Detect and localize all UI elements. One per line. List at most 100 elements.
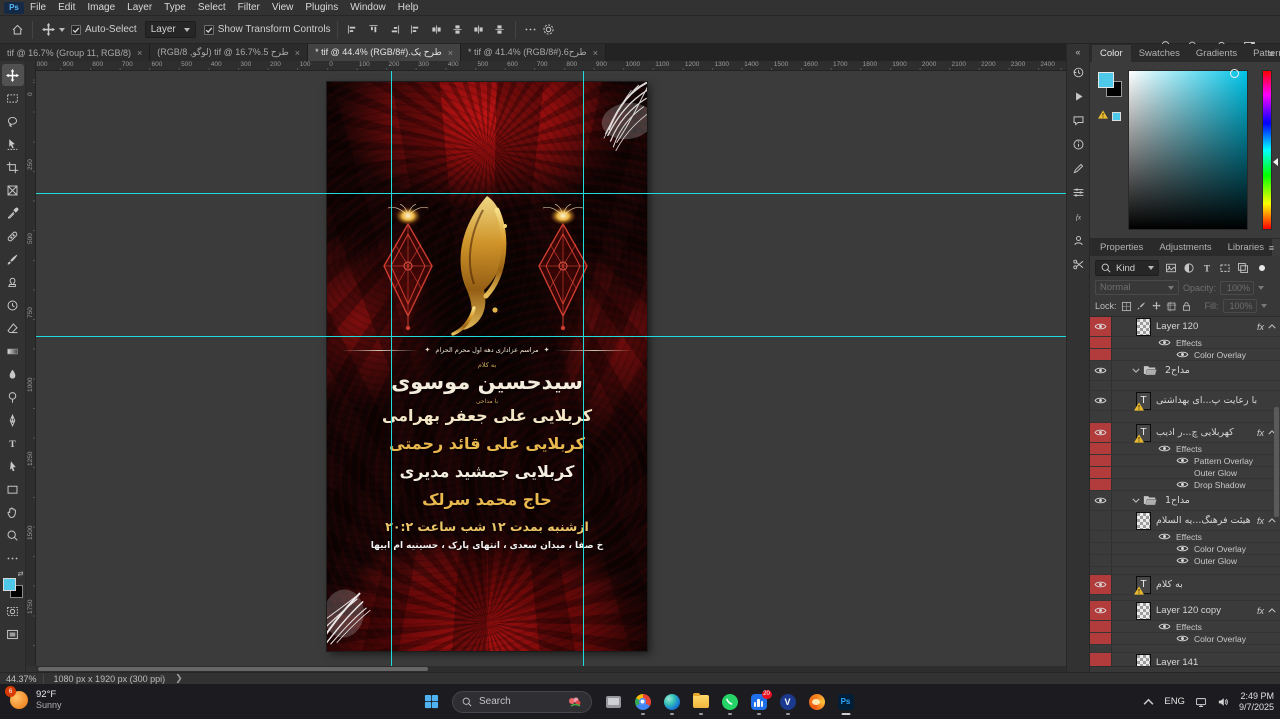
layer-name[interactable]: به کلام <box>1156 579 1183 590</box>
lasso-tool[interactable] <box>2 110 24 132</box>
tool-presets-panel-icon[interactable] <box>1068 180 1088 204</box>
gamut-warning-icon[interactable] <box>1098 110 1108 119</box>
tab-gradients[interactable]: Gradients <box>1188 45 1245 62</box>
effect-item[interactable]: Color Overlay <box>1194 544 1246 554</box>
auto-select-checkbox[interactable] <box>71 25 81 35</box>
filter-smart-objects-icon[interactable] <box>1235 261 1251 276</box>
spot-healing-brush-tool[interactable] <box>2 225 24 247</box>
clone-stamp-tool[interactable] <box>2 271 24 293</box>
saturation-brightness-field[interactable] <box>1128 70 1248 230</box>
taskbar-search[interactable]: Search <box>452 691 592 713</box>
layer-filter-kind-dropdown[interactable]: Kind <box>1095 260 1159 276</box>
hue-slider-marker[interactable] <box>1273 158 1278 166</box>
document-canvas[interactable]: ✦ مراسم عزاداری دهه اول محرم الحرام ✦ به… <box>327 82 647 651</box>
swap-colors-icon[interactable]: ⇄ <box>18 570 24 578</box>
distribute-bottom-edges-icon[interactable] <box>470 21 488 39</box>
menu-type[interactable]: Type <box>158 2 192 13</box>
vertical-ruler[interactable]: 025050075010001250150017502000 <box>26 71 36 666</box>
layer-name[interactable]: Layer 141 <box>1156 657 1198 666</box>
layer-name[interactable]: با رعایت پ...ای بهداشتی <box>1156 395 1257 406</box>
hue-slider[interactable] <box>1262 70 1272 230</box>
layer-visibility-toggle[interactable] <box>1090 543 1112 554</box>
language-indicator[interactable]: ENG <box>1164 696 1185 707</box>
effect-item[interactable]: Pattern Overlay <box>1194 456 1253 466</box>
type-tool[interactable]: T <box>2 432 24 454</box>
libraries-panel-icon[interactable] <box>1068 228 1088 252</box>
lock-artboard-icon[interactable] <box>1166 300 1178 312</box>
comments-panel-icon[interactable] <box>1068 108 1088 132</box>
guide-horizontal[interactable] <box>36 336 1066 337</box>
menu-help[interactable]: Help <box>392 2 425 13</box>
tab-adjustments[interactable]: Adjustments <box>1151 239 1219 256</box>
scissors-panel-icon[interactable] <box>1068 252 1088 276</box>
layer-visibility-toggle[interactable] <box>1090 601 1112 620</box>
layer-visibility-toggle[interactable] <box>1090 511 1112 530</box>
text-layer-thumbnail[interactable]: T <box>1136 576 1151 594</box>
target-select-dropdown[interactable]: Layer <box>145 21 196 38</box>
effect-item[interactable]: Color Overlay <box>1194 350 1246 360</box>
taskbar-app-stats-app[interactable]: 20 <box>750 689 767 715</box>
horizontal-ruler[interactable]: 1000900800700600500400300200100010020030… <box>36 61 1066 71</box>
history-panel-icon[interactable] <box>1068 60 1088 84</box>
menu-layer[interactable]: Layer <box>121 2 158 13</box>
filter-type-layers-icon[interactable]: T <box>1199 261 1215 276</box>
eraser-tool[interactable] <box>2 317 24 339</box>
align-justify-icon[interactable] <box>407 21 425 39</box>
layer-visibility-toggle[interactable] <box>1090 531 1112 542</box>
distribute-horizontal-icon[interactable] <box>491 21 509 39</box>
menu-filter[interactable]: Filter <box>232 2 266 13</box>
layer-name[interactable]: Layer 120 copy <box>1156 605 1221 616</box>
group-folder-icon[interactable] <box>1143 365 1157 376</box>
layer-visibility-toggle[interactable] <box>1090 653 1112 666</box>
crop-tool[interactable] <box>2 156 24 178</box>
taskbar-app-photoshop[interactable]: Ps <box>837 689 854 715</box>
default-colors-icon[interactable] <box>2 570 9 576</box>
object-selection-tool[interactable] <box>2 133 24 155</box>
taskbar-app-edge[interactable] <box>663 689 680 715</box>
layer-visibility-toggle[interactable] <box>1090 621 1112 632</box>
layer-visibility-toggle[interactable] <box>1090 455 1112 466</box>
blend-mode-dropdown[interactable]: Normal <box>1095 280 1179 295</box>
actions-panel-icon[interactable] <box>1068 84 1088 108</box>
weather-widget[interactable]: 6 92°F Sunny <box>6 687 62 711</box>
taskbar-app-v-app[interactable]: V <box>779 689 796 715</box>
layer-fx-badge[interactable]: fx <box>1257 322 1264 332</box>
show-transform-checkbox[interactable] <box>204 25 214 35</box>
network-icon[interactable] <box>1195 696 1207 708</box>
effects-header[interactable]: Effects <box>1176 338 1202 348</box>
layer-visibility-toggle[interactable] <box>1090 467 1112 478</box>
fx-panel-icon[interactable]: fx <box>1068 204 1088 228</box>
panel-foreground-swatch[interactable] <box>1098 72 1114 88</box>
menu-edit[interactable]: Edit <box>52 2 81 13</box>
taskbar-app-chrome[interactable] <box>634 689 651 715</box>
document-tab-2[interactable]: طرح 5.tif @ 16.7% (لوگو, RGB/8)× <box>150 44 308 61</box>
taskbar-app-orange-app[interactable] <box>808 689 825 715</box>
group-name[interactable]: مداح2 <box>1165 365 1190 376</box>
effects-header[interactable]: Effects <box>1176 622 1202 632</box>
gradient-tool[interactable] <box>2 340 24 362</box>
blur-tool[interactable] <box>2 363 24 385</box>
distribute-top-edges-icon[interactable] <box>428 21 446 39</box>
clock[interactable]: 2:49 PM 9/7/2025 <box>1239 691 1274 713</box>
lock-image-pixels-icon[interactable] <box>1136 300 1148 312</box>
layer-thumbnail[interactable] <box>1136 654 1151 667</box>
lock-transparent-pixels-icon[interactable] <box>1121 300 1133 312</box>
guide-horizontal[interactable] <box>36 193 1066 194</box>
history-brush-tool[interactable] <box>2 294 24 316</box>
layer-visibility-toggle[interactable] <box>1090 555 1112 566</box>
layer-visibility-toggle[interactable] <box>1090 361 1112 380</box>
layers-scrollbar[interactable] <box>1274 407 1279 517</box>
align-horizontal-centers-icon[interactable] <box>365 21 383 39</box>
filter-pin-toggle[interactable] <box>1259 265 1265 271</box>
filter-pixel-layers-icon[interactable] <box>1163 261 1179 276</box>
tab-color[interactable]: Color <box>1092 45 1131 62</box>
tab-properties[interactable]: Properties <box>1092 239 1151 256</box>
menu-view[interactable]: View <box>266 2 300 13</box>
opacity-value[interactable]: 100% <box>1220 281 1254 295</box>
layer-name[interactable]: Layer 120 <box>1156 321 1198 332</box>
layer-visibility-toggle[interactable] <box>1090 479 1112 490</box>
effect-visibility-toggle[interactable] <box>1174 634 1190 643</box>
taskbar-app-whatsapp[interactable] <box>721 689 738 715</box>
screen-mode-button[interactable] <box>2 623 24 645</box>
zoom-tool[interactable] <box>2 524 24 546</box>
